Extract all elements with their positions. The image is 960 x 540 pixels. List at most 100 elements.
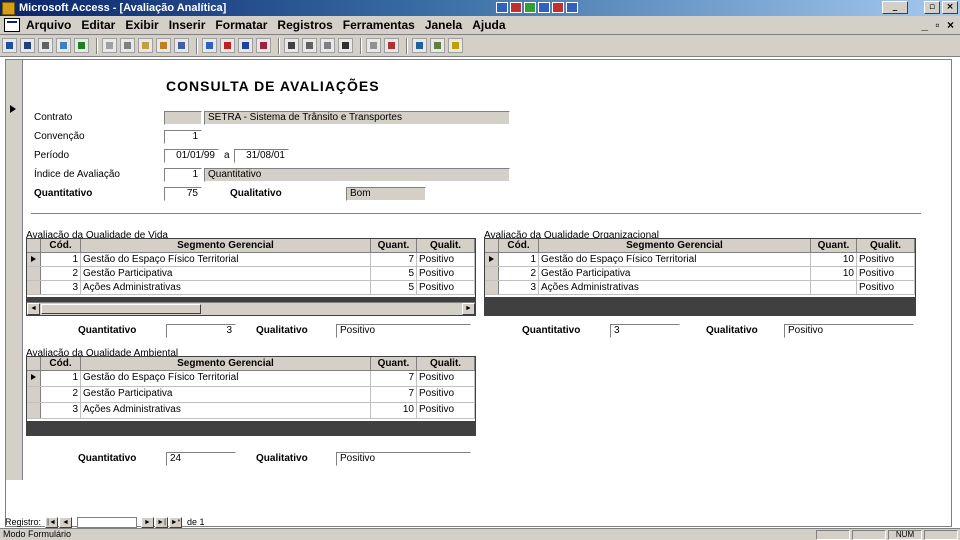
col-quant-header[interactable]: Quant. xyxy=(371,239,417,252)
record-number-input[interactable] xyxy=(77,516,138,528)
menu-editar[interactable]: Editar xyxy=(81,18,115,32)
menu-arquivo[interactable]: Arquivo xyxy=(26,18,71,32)
cell-segmento[interactable]: Gestão Participativa xyxy=(539,267,811,280)
row-selector[interactable] xyxy=(485,253,499,266)
vida-qualitativo-field[interactable]: Positivo xyxy=(336,324,471,338)
last-record-button[interactable]: ►| xyxy=(155,516,169,528)
organizacional-subform[interactable]: Cód. Segmento Gerencial Quant. Qualit. 1… xyxy=(484,238,916,316)
cell-qualit[interactable]: Positivo xyxy=(417,253,475,266)
cell-quant[interactable]: 10 xyxy=(811,267,857,280)
cell-quant[interactable]: 7 xyxy=(371,387,417,402)
col-segmento-header[interactable]: Segmento Gerencial xyxy=(81,239,371,252)
help-icon[interactable] xyxy=(448,38,463,53)
cell-qualit[interactable]: Positivo xyxy=(417,387,475,402)
periodo-to-field[interactable]: 31/08/01 xyxy=(234,149,289,163)
row-selector[interactable] xyxy=(27,267,41,280)
access-app-icon[interactable] xyxy=(2,1,15,15)
cell-cod[interactable]: 2 xyxy=(41,387,81,402)
scroll-thumb[interactable] xyxy=(41,304,201,314)
spelling-icon[interactable] xyxy=(74,38,89,53)
cell-cod[interactable]: 3 xyxy=(41,281,81,294)
save-icon[interactable] xyxy=(20,38,35,53)
cell-qualit[interactable]: Positivo xyxy=(857,267,915,280)
ambiental-qualitativo-field[interactable]: Positivo xyxy=(336,452,471,466)
cell-cod[interactable]: 1 xyxy=(499,253,539,266)
row-selector[interactable] xyxy=(27,387,41,402)
cell-segmento[interactable]: Gestão do Espaço Físico Territorial xyxy=(539,253,811,266)
cell-cod[interactable]: 2 xyxy=(499,267,539,280)
view-icon[interactable] xyxy=(2,38,17,53)
table-row[interactable]: 1 Gestão do Espaço Físico Territorial 7 … xyxy=(27,253,475,267)
cell-segmento[interactable]: Gestão do Espaço Físico Territorial xyxy=(81,371,371,386)
cell-cod[interactable]: 3 xyxy=(499,281,539,294)
organizacional-quantitativo-field[interactable]: 3 xyxy=(610,324,680,338)
minimize-button[interactable]: _ xyxy=(882,1,908,14)
cell-qualit[interactable]: Positivo xyxy=(857,281,915,294)
filter-by-selection-icon[interactable] xyxy=(284,38,299,53)
periodo-from-field[interactable]: 01/01/99 xyxy=(164,149,219,163)
scroll-left-icon[interactable]: ◄ xyxy=(27,303,40,315)
cut-icon[interactable] xyxy=(102,38,117,53)
row-selector[interactable] xyxy=(27,403,41,418)
cell-quant[interactable]: 10 xyxy=(371,403,417,418)
filter-by-form-icon[interactable] xyxy=(302,38,317,53)
col-quant-header[interactable]: Quant. xyxy=(811,239,857,252)
table-row[interactable]: 1 Gestão do Espaço Físico Territorial 7 … xyxy=(27,371,475,387)
menu-registros[interactable]: Registros xyxy=(277,18,332,32)
cell-quant[interactable]: 5 xyxy=(371,281,417,294)
new-object-icon[interactable] xyxy=(430,38,445,53)
web-toolbar-icon[interactable] xyxy=(220,38,235,53)
menu-ajuda[interactable]: Ajuda xyxy=(472,18,505,32)
col-qualit-header[interactable]: Qualit. xyxy=(417,239,475,252)
col-qualit-header[interactable]: Qualit. xyxy=(857,239,915,252)
organizacional-qualitativo-field[interactable]: Positivo xyxy=(784,324,914,338)
record-selector[interactable] xyxy=(6,60,23,480)
ambiental-subform[interactable]: Cód. Segmento Gerencial Quant. Qualit. 1… xyxy=(26,356,476,436)
col-segmento-header[interactable]: Segmento Gerencial xyxy=(539,239,811,252)
col-cod-header[interactable]: Cód. xyxy=(41,239,81,252)
restore-button[interactable]: ▫ xyxy=(924,1,940,14)
form-document-icon[interactable] xyxy=(4,18,20,32)
ambiental-quantitativo-field[interactable]: 24 xyxy=(166,452,236,466)
col-segmento-header[interactable]: Segmento Gerencial xyxy=(81,357,371,370)
cell-quant[interactable]: 7 xyxy=(371,253,417,266)
vida-subform[interactable]: Cód. Segmento Gerencial Quant. Qualit. 1… xyxy=(26,238,476,316)
convencao-field[interactable]: 1 xyxy=(164,130,202,144)
close-button[interactable]: × xyxy=(942,1,958,14)
cell-quant[interactable]: 5 xyxy=(371,267,417,280)
menu-formatar[interactable]: Formatar xyxy=(215,18,267,32)
database-window-icon[interactable] xyxy=(412,38,427,53)
row-selector[interactable] xyxy=(27,253,41,266)
cell-cod[interactable]: 1 xyxy=(41,371,81,386)
table-row[interactable]: 3 Ações Administrativas 5 Positivo xyxy=(27,281,475,295)
row-selector[interactable] xyxy=(485,281,499,294)
cell-quant[interactable]: 10 xyxy=(811,253,857,266)
row-selector[interactable] xyxy=(485,267,499,280)
row-selector[interactable] xyxy=(27,281,41,294)
cell-segmento[interactable]: Ações Administrativas xyxy=(539,281,811,294)
cell-cod[interactable]: 2 xyxy=(41,267,81,280)
first-record-button[interactable]: |◄ xyxy=(45,516,59,528)
table-row[interactable]: 2 Gestão Participativa 7 Positivo xyxy=(27,387,475,403)
new-record-button[interactable]: ►* xyxy=(169,516,183,528)
hyperlink-icon[interactable] xyxy=(202,38,217,53)
copy-icon[interactable] xyxy=(120,38,135,53)
indice-code-field[interactable]: 1 xyxy=(164,168,202,182)
table-row[interactable]: 3 Ações Administrativas 10 Positivo xyxy=(27,403,475,419)
cell-segmento[interactable]: Ações Administrativas xyxy=(81,403,371,418)
row-selector[interactable] xyxy=(27,371,41,386)
paste-icon[interactable] xyxy=(138,38,153,53)
menu-ferramentas[interactable]: Ferramentas xyxy=(343,18,415,32)
indice-name-field[interactable]: Quantitativo xyxy=(204,168,510,182)
document-window-controls[interactable]: _ ▫ × xyxy=(921,18,956,32)
table-row[interactable]: 2 Gestão Participativa 5 Positivo xyxy=(27,267,475,281)
menu-janela[interactable]: Janela xyxy=(425,18,462,32)
new-record-icon[interactable] xyxy=(366,38,381,53)
table-row[interactable]: 3 Ações Administrativas Positivo xyxy=(485,281,915,295)
cell-cod[interactable]: 3 xyxy=(41,403,81,418)
undo-icon[interactable] xyxy=(174,38,189,53)
table-row[interactable]: 2 Gestão Participativa 10 Positivo xyxy=(485,267,915,281)
sort-ascending-icon[interactable] xyxy=(238,38,253,53)
menu-exibir[interactable]: Exibir xyxy=(125,18,158,32)
cell-qualit[interactable]: Positivo xyxy=(417,371,475,386)
